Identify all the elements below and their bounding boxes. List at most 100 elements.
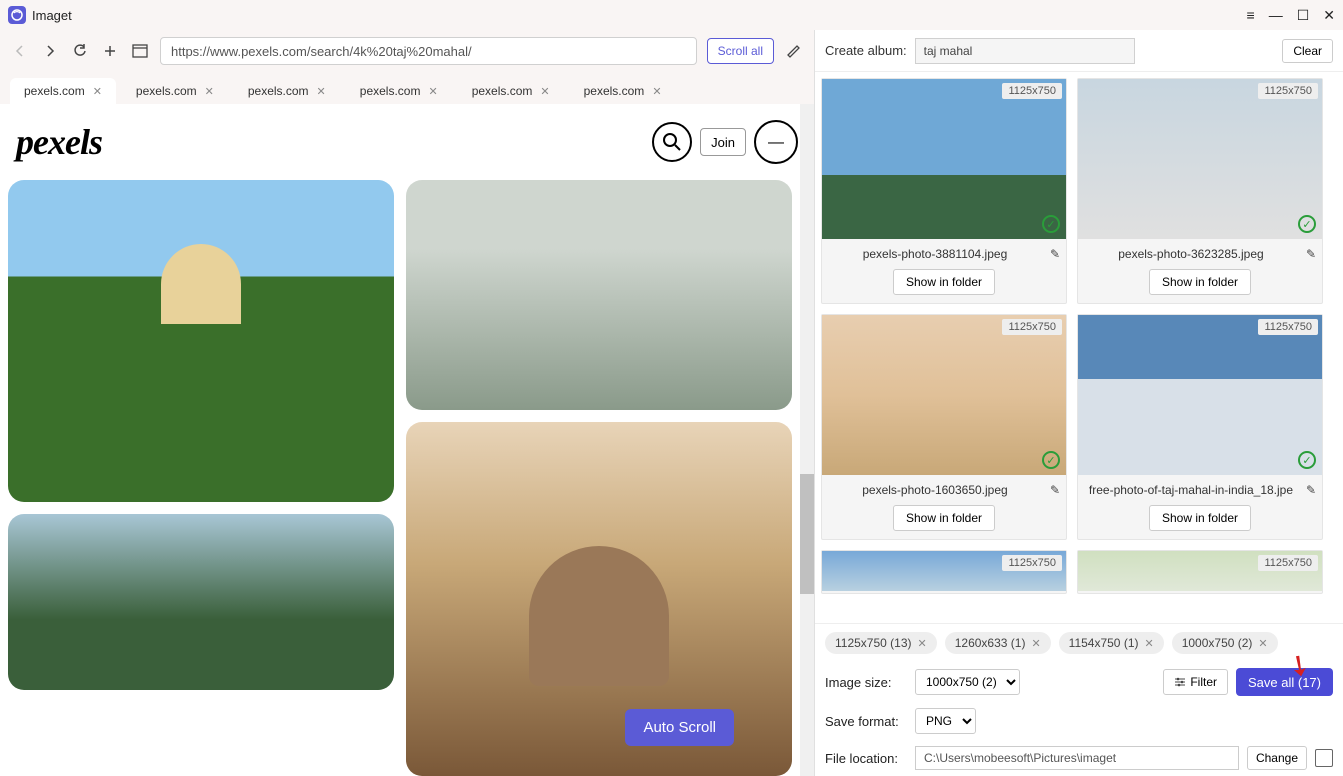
tab-close-icon[interactable]: ✕ [428,85,437,98]
album-name-input[interactable] [915,38,1135,64]
tab-2[interactable]: pexels.com✕ [234,78,340,104]
thumb-card[interactable]: 1125x750 [1077,550,1323,594]
thumbs-area: 1125x750 ✓ pexels-photo-3881104.jpeg ✎ Sh… [815,72,1343,623]
check-icon: ✓ [1042,215,1060,233]
auto-scroll-button[interactable]: Auto Scroll [625,709,734,746]
pexels-logo[interactable]: pexels [16,121,102,163]
minimize-button[interactable]: — [1269,7,1283,23]
thumb-card[interactable]: 1125x750 ✓ pexels-photo-3881104.jpeg ✎ Sh… [821,78,1067,304]
save-format-select[interactable]: PNG [915,708,976,734]
hamburger-icon[interactable]: ≡ [1247,7,1255,23]
tab-close-icon[interactable]: ✕ [205,85,214,98]
tab-close-icon[interactable]: ✕ [317,85,326,98]
size-chip[interactable]: 1125x750 (13) ✕ [825,632,937,654]
sliders-icon [1174,676,1186,688]
show-in-folder-button[interactable]: Show in folder [1149,269,1251,295]
folder-icon[interactable] [1315,749,1333,767]
chip-close-icon[interactable]: ✕ [1144,637,1153,650]
thumb-image: 1125x750 ✓ [1078,315,1322,475]
tab-3[interactable]: pexels.com ✕ [346,78,452,104]
image-size-select[interactable]: 1000x750 (2) [915,669,1020,695]
reload-button[interactable] [70,41,90,61]
dimension-badge: 1125x750 [1258,555,1318,571]
clear-button[interactable]: Clear [1282,39,1333,63]
size-chip[interactable]: 1000x750 (2) ✕ [1172,632,1278,654]
url-input[interactable] [160,37,697,65]
browser-toolbar: Scroll all [0,30,814,72]
scrollbar-thumb[interactable] [800,474,814,594]
download-pane: Create album: Clear 1125x750 ✓ pexels-ph… [815,30,1343,776]
dimension-badge: 1125x750 [1002,83,1062,99]
change-button[interactable]: Change [1247,746,1307,770]
grid-image[interactable] [406,422,792,776]
image-grid: Auto Scroll [0,180,814,776]
edit-icon[interactable]: ✎ [1050,483,1060,497]
thumb-image: 1125x750 ✓ [1078,79,1322,239]
tab-1[interactable]: pexels.com✕ [122,78,228,104]
maximize-button[interactable]: ☐ [1297,7,1310,24]
new-tab-button[interactable] [100,41,120,61]
grid-image[interactable] [8,180,394,502]
page-content: pexels Join — Auto Scroll [0,104,814,776]
file-location-label: File location: [825,751,907,766]
scroll-all-button[interactable]: Scroll all [707,38,774,64]
grid-image[interactable] [406,180,792,410]
edit-icon[interactable]: ✎ [1306,247,1316,261]
edit-icon[interactable]: ✎ [1050,247,1060,261]
size-chips-row: 1125x750 (13) ✕ 1260x633 (1)✕ 1154x750 (1… [815,623,1343,662]
show-in-folder-button[interactable]: Show in folder [893,269,995,295]
thumb-card[interactable]: 1125x750 [821,550,1067,594]
thumb-card[interactable]: 1125x750 ✓ free-photo-of-taj-mahal-in-in… [1077,314,1323,540]
create-album-label: Create album: [825,43,907,58]
close-button[interactable]: ✕ [1323,7,1335,24]
show-in-folder-button[interactable]: Show in folder [1149,505,1251,531]
dimension-badge: 1125x750 [1258,83,1318,99]
chip-label: 1154x750 (1) [1069,636,1139,650]
chip-label: 1125x750 (13) [835,636,912,650]
tab-label: pexels.com [360,84,421,98]
window-icon[interactable] [130,41,150,61]
tab-0[interactable]: pexels.com ✕ [10,78,116,104]
save-format-label: Save format: [825,714,907,729]
save-all-button[interactable]: Save all (17) [1236,668,1333,696]
app-logo-icon [8,6,26,24]
filter-button[interactable]: Filter [1163,669,1228,695]
chip-label: 1000x750 (2) [1182,636,1253,650]
show-in-folder-button[interactable]: Show in folder [893,505,995,531]
thumb-image: 1125x750 ✓ [822,79,1066,239]
titlebar: Imaget ≡ — ☐ ✕ [0,0,1343,30]
search-icon[interactable] [652,122,692,162]
dimension-badge: 1125x750 [1002,555,1062,571]
back-button[interactable] [10,41,30,61]
tab-close-icon[interactable]: ✕ [540,85,549,98]
grid-image[interactable] [8,514,394,690]
tab-close-icon[interactable]: ✕ [652,85,661,98]
edit-icon[interactable]: ✎ [1306,483,1316,497]
check-icon: ✓ [1298,215,1316,233]
tab-4[interactable]: pexels.com ✕ [458,78,564,104]
tab-5[interactable]: pexels.com✕ [570,78,676,104]
right-header: Create album: Clear [815,30,1343,72]
thumb-filename: pexels-photo-3881104.jpeg [828,247,1042,261]
browser-pane: Scroll all pexels.com ✕ pexels.com ✕ pexel… [0,30,815,776]
tab-label: pexels.com [24,84,85,98]
page-scrollbar[interactable] [800,104,814,776]
tab-close-icon[interactable]: ✕ [93,85,102,98]
image-size-row: Image size: 1000x750 (2) Filter Save all… [815,662,1343,702]
thumb-filename: pexels-photo-1603650.jpeg [828,483,1042,497]
menu-icon[interactable]: — [754,120,798,164]
forward-button[interactable] [40,41,60,61]
save-format-row: Save format: PNG ➘ [815,702,1343,740]
chip-close-icon[interactable]: ✕ [918,637,927,650]
paint-icon[interactable] [784,41,804,61]
size-chip[interactable]: 1154x750 (1) ✕ [1059,632,1164,654]
filter-label: Filter [1190,675,1217,689]
join-button[interactable]: Join [700,128,746,156]
chip-close-icon[interactable]: ✕ [1258,637,1267,650]
size-chip[interactable]: 1260x633 (1)✕ [945,632,1051,654]
file-location-input[interactable] [915,746,1239,770]
thumb-card[interactable]: 1125x750 ✓ pexels-photo-3623285.jpeg✎ Sh… [1077,78,1323,304]
thumb-card[interactable]: 1125x750 ✓ pexels-photo-1603650.jpeg✎ Sh… [821,314,1067,540]
tab-label: pexels.com [472,84,533,98]
chip-close-icon[interactable]: ✕ [1031,637,1040,650]
